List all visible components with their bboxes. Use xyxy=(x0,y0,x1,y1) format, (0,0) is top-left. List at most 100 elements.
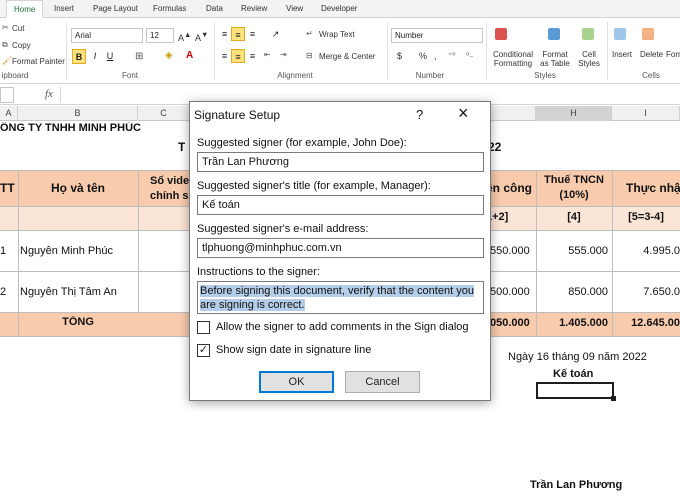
orientation-icon[interactable]: ↗ xyxy=(269,27,282,41)
group-separator xyxy=(387,22,388,80)
header-g: ền công xyxy=(486,181,533,195)
bold-button[interactable]: B xyxy=(72,49,86,64)
ok-button[interactable]: OK xyxy=(259,371,334,393)
decrease-indent-icon[interactable]: ⇤ xyxy=(264,50,271,59)
copy-icon[interactable]: ⧉ xyxy=(2,40,8,50)
conditional-formatting-button[interactable]: Conditional Formatting xyxy=(489,50,537,68)
row2-net: 7.650.0 xyxy=(643,286,680,298)
copy-button[interactable]: Copy xyxy=(12,41,31,50)
column-header-i[interactable]: I xyxy=(612,106,680,121)
font-color-icon[interactable]: A xyxy=(186,50,193,61)
cell-styles-button[interactable]: Cell Styles xyxy=(574,50,604,68)
fill-color-icon[interactable]: ◈ xyxy=(165,50,173,61)
wrap-text-button[interactable]: Wrap Text xyxy=(319,30,355,39)
tab-view[interactable]: View xyxy=(279,0,310,18)
font-size-combo[interactable]: 12 xyxy=(146,28,174,43)
italic-button[interactable]: I xyxy=(89,49,101,64)
signer-input[interactable]: Trần Lan Phương xyxy=(197,152,484,172)
group-separator xyxy=(486,22,487,80)
scissors-icon[interactable]: ✂ xyxy=(2,23,9,32)
increase-decimal-icon[interactable]: ⁺⁰ xyxy=(448,51,455,60)
allow-comments-label[interactable]: Allow the signer to add comments in the … xyxy=(216,321,469,333)
align-top-icon[interactable]: ≡ xyxy=(218,27,231,41)
decrease-decimal-icon[interactable]: ⁰₋ xyxy=(466,51,473,60)
row1-net: 4.995.0 xyxy=(643,245,680,257)
increase-indent-icon[interactable]: ⇥ xyxy=(280,50,287,59)
selected-cell[interactable] xyxy=(536,382,614,399)
align-right-icon[interactable]: ≡ xyxy=(246,49,259,63)
row1-tax: 555.000 xyxy=(568,245,608,257)
tab-insert[interactable]: Insert xyxy=(47,0,81,18)
instructions-label: Instructions to the signer: xyxy=(197,266,320,278)
group-separator xyxy=(66,22,67,80)
cut-button[interactable]: Cut xyxy=(12,24,24,33)
conditional-formatting-icon[interactable] xyxy=(495,28,507,40)
format-button[interactable]: Form xyxy=(666,50,680,59)
tab-home[interactable]: Home xyxy=(6,0,44,18)
cancel-button[interactable]: Cancel xyxy=(345,371,420,393)
delete-cells-icon[interactable] xyxy=(642,28,654,40)
shrink-font-icon[interactable]: A▼ xyxy=(195,30,208,43)
align-bottom-icon[interactable]: ≡ xyxy=(246,27,259,41)
show-date-label[interactable]: Show sign date in signature line xyxy=(216,344,371,356)
group-separator xyxy=(607,22,608,80)
merge-icon[interactable]: ⊟ xyxy=(306,51,313,60)
signer-title-input[interactable]: Kế toán xyxy=(197,195,484,215)
instructions-input[interactable]: Before signing this document, verify tha… xyxy=(197,281,484,314)
tab-formulas[interactable]: Formulas xyxy=(146,0,193,18)
format-painter-icon[interactable]: 🖌 xyxy=(2,56,12,65)
wrap-text-icon[interactable]: ↵ xyxy=(306,29,313,38)
dialog-title: Signature Setup xyxy=(194,108,281,122)
column-header-h[interactable]: H xyxy=(536,106,612,121)
tab-page-layout[interactable]: Page Layout xyxy=(86,0,145,18)
close-icon[interactable]: × xyxy=(458,103,469,124)
underline-button[interactable]: U xyxy=(104,49,116,64)
help-icon[interactable]: ? xyxy=(416,107,423,122)
row2-name: Nguyễn Thị Tâm An xyxy=(20,286,117,298)
align-middle-icon[interactable]: ≡ xyxy=(231,27,245,41)
styles-group-label: Styles xyxy=(534,71,556,80)
total-g: 050.000 xyxy=(490,317,530,329)
email-label: Suggested signer's e-mail address: xyxy=(197,223,369,235)
tab-data[interactable]: Data xyxy=(199,0,230,18)
show-date-checkbox[interactable]: ✓ xyxy=(197,344,210,357)
column-header-a[interactable]: A xyxy=(0,106,18,121)
allow-comments-checkbox[interactable] xyxy=(197,321,210,334)
align-center-icon[interactable]: ≡ xyxy=(231,49,245,63)
tab-developer[interactable]: Developer xyxy=(314,0,364,18)
insert-cells-icon[interactable] xyxy=(614,28,626,40)
currency-button[interactable]: $ xyxy=(397,51,402,61)
role-text: Kế toán xyxy=(553,368,594,380)
align-left-icon[interactable]: ≡ xyxy=(218,49,231,63)
total-label: TỔNG xyxy=(62,316,94,328)
subheader-tax: [4] xyxy=(567,211,581,223)
name-box[interactable] xyxy=(0,87,14,103)
font-name-combo[interactable]: Arial xyxy=(71,28,143,43)
header-tax: Thuế TNCN (10%) xyxy=(544,174,604,201)
insert-button[interactable]: Insert xyxy=(612,50,632,59)
company-name: ÔNG TY TNHH MINH PHÚC xyxy=(0,122,141,134)
number-format-combo[interactable]: Number xyxy=(391,28,483,43)
signer-label: Suggested signer (for example, John Doe)… xyxy=(197,137,407,149)
number-group-label: Number xyxy=(415,71,445,80)
format-as-table-icon[interactable] xyxy=(548,28,560,40)
cell-styles-icon[interactable] xyxy=(582,28,594,40)
merge-center-button[interactable]: Merge & Center xyxy=(319,52,375,61)
cells-group-label: Cells xyxy=(642,71,660,80)
column-header-b[interactable]: B xyxy=(18,106,138,121)
signer-name-text: Trần Lan Phương xyxy=(530,479,623,491)
fx-icon[interactable]: fx xyxy=(45,88,53,100)
comma-button[interactable]: , xyxy=(434,51,437,61)
format-painter-button[interactable]: Format Painter xyxy=(12,57,65,66)
subheader-net: [5=3-4] xyxy=(628,211,664,223)
fill-handle[interactable] xyxy=(611,396,616,401)
column-header-c[interactable]: C xyxy=(138,106,190,121)
email-input[interactable]: tlphuong@minhphuc.com.vn xyxy=(197,238,484,258)
tab-review[interactable]: Review xyxy=(234,0,274,18)
borders-icon[interactable]: ⊞ xyxy=(135,51,143,62)
delete-button[interactable]: Delete xyxy=(640,50,663,59)
header-stt: TT xyxy=(0,181,15,195)
format-as-table-button[interactable]: Format as Table xyxy=(538,50,572,68)
percent-button[interactable]: % xyxy=(419,51,427,61)
grow-font-icon[interactable]: A▲ xyxy=(178,30,191,43)
